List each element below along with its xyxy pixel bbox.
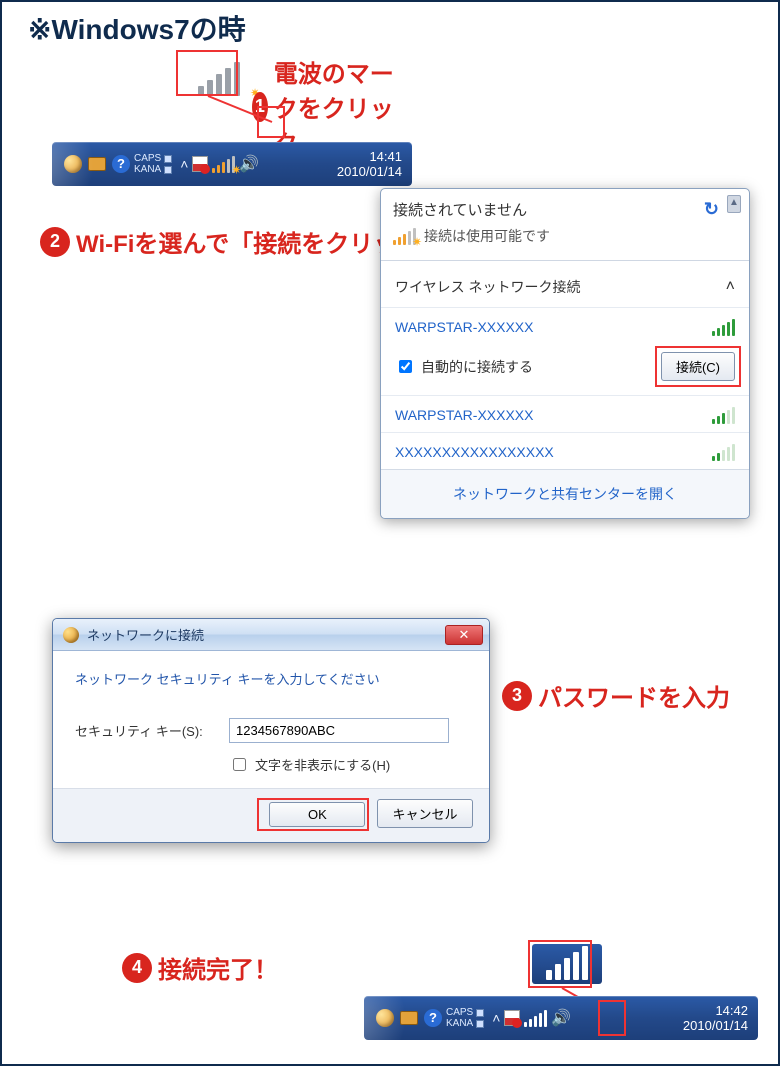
callout-3: 3 パスワードを入力 (502, 678, 730, 713)
wifi-network-item[interactable]: WARPSTAR-XXXXXX (381, 307, 749, 344)
taskbar-clock[interactable]: 14:41 2010/01/14 (337, 149, 404, 179)
security-key-label: セキュリティ キー(S): (75, 721, 215, 740)
flyout-available-text: 接続は使用可能です (424, 226, 550, 246)
callout-4: 4 接続完了！ (122, 950, 278, 985)
wireless-section-header[interactable]: ワイヤレス ネットワーク接続 ˄ (381, 267, 749, 307)
action-center-icon[interactable] (192, 156, 208, 172)
security-key-input[interactable] (229, 718, 449, 743)
refresh-icon[interactable]: ↻ (704, 199, 719, 220)
dialog-title-icon (63, 627, 79, 643)
wifi-signal-icon (393, 227, 416, 245)
cancel-button[interactable]: キャンセル (377, 799, 473, 828)
volume-icon[interactable]: 🔊 (551, 1008, 571, 1028)
flyout-status: 接続されていません (393, 199, 737, 220)
wifi-network-item[interactable]: WARPSTAR-XXXXXX (381, 395, 749, 432)
wifi-network-item[interactable]: XXXXXXXXXXXXXXXXX (381, 432, 749, 469)
ime-indicator: CAPS KANA (446, 1007, 484, 1029)
dialog-prompt: ネットワーク セキュリティ キーを入力してください (75, 669, 467, 688)
highlight-box (528, 940, 592, 988)
volume-icon[interactable]: 🔊 (239, 154, 259, 174)
step-number-4: 4 (122, 953, 152, 983)
auto-connect-checkbox-label[interactable]: 自動的に接続する (395, 357, 533, 377)
connect-dialog: ネットワークに接続 ✕ ネットワーク セキュリティ キーを入力してください セキ… (52, 618, 490, 843)
taskbar-before: ? CAPS KANA ˄ 🔊 14:41 2010/01/14 (52, 142, 412, 186)
step-number-3: 3 (502, 681, 532, 711)
leader-line (202, 96, 282, 146)
dialog-title-text: ネットワークに接続 (87, 625, 204, 644)
dialog-titlebar: ネットワークに接続 ✕ (53, 619, 489, 651)
step-number-2: 2 (40, 227, 70, 257)
auto-connect-row: 自動的に接続する 接続(C) (381, 344, 749, 395)
hide-chars-checkbox[interactable] (233, 758, 246, 771)
network-sharing-center-link[interactable]: ネットワークと共有センターを開く (381, 469, 749, 518)
signal-strength-icon (712, 406, 735, 424)
highlight-box (176, 50, 238, 96)
ime-indicator: CAPS KANA (134, 153, 172, 175)
wifi-flyout: 接続されていません ↻ 接続は使用可能です ワイヤレス ネットワーク接続 ˄ W… (380, 188, 750, 519)
chevron-up-icon: ˄ (726, 278, 735, 296)
highlight-box (655, 346, 741, 387)
highlight-box (257, 798, 369, 831)
auto-connect-checkbox[interactable] (399, 360, 412, 373)
page-title: ※Windows7の時 (28, 8, 246, 48)
tray-expand-icon[interactable]: ˄ (492, 1010, 500, 1026)
network-tray-icon[interactable] (212, 155, 235, 173)
tray-expand-icon[interactable]: ˄ (180, 156, 188, 172)
taskbar-after: ? CAPS KANA ˄ 🔊 14:42 2010/01/14 (364, 996, 758, 1040)
signal-strength-icon (712, 443, 735, 461)
close-button[interactable]: ✕ (445, 625, 483, 645)
hide-chars-label[interactable]: 文字を非表示にする(H) (255, 755, 390, 774)
taskbar-clock[interactable]: 14:42 2010/01/14 (683, 1003, 750, 1033)
action-center-icon[interactable] (504, 1010, 520, 1026)
signal-strength-icon (712, 318, 735, 336)
scrollbar-up[interactable] (727, 195, 741, 213)
highlight-box (598, 1000, 626, 1036)
network-tray-icon[interactable] (524, 1009, 547, 1027)
